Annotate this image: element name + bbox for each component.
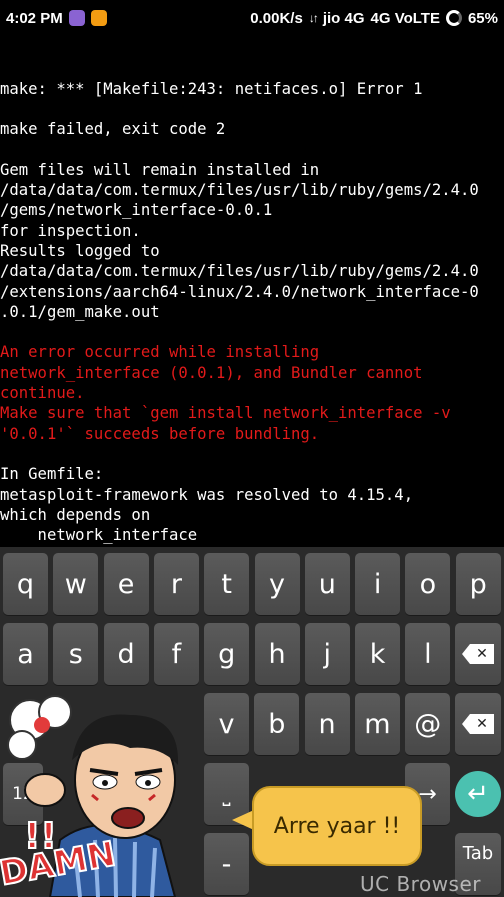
carrier-label: jio 4G: [322, 9, 365, 27]
status-bar: 4:02 PM 0.00K/s ↓↑ jio 4G 4G VoLTE 65%: [0, 0, 504, 36]
key-w[interactable]: w: [53, 553, 99, 615]
delete-key[interactable]: ✕: [455, 693, 501, 755]
terminal-line: network_interface: [0, 526, 198, 544]
key-q[interactable]: q: [3, 553, 48, 615]
key-g[interactable]: g: [204, 623, 250, 685]
key-j[interactable]: j: [304, 623, 350, 685]
backspace-key[interactable]: ✕: [455, 623, 501, 685]
key-u[interactable]: u: [304, 553, 350, 615]
terminal-line: In Gemfile:: [0, 465, 104, 484]
terminal-line: for inspection.: [0, 221, 141, 240]
data-transfer-icon: ↓↑: [308, 11, 319, 25]
status-time: 4:02 PM: [6, 9, 63, 27]
backspace-icon: ✕: [462, 644, 494, 664]
key-s[interactable]: s: [53, 623, 99, 685]
terminal-line: Results logged to: [0, 241, 160, 260]
terminal-line: .0.1/gem_make.out: [0, 302, 160, 321]
network-label: 4G VoLTE: [370, 9, 440, 27]
terminal-line: which depends on: [0, 505, 151, 524]
battery-icon: [445, 10, 462, 26]
key-i[interactable]: i: [355, 553, 401, 615]
delete-icon: ✕: [462, 714, 494, 734]
terminal-line: make: *** [Makefile:243: netifaces.o] Er…: [0, 79, 423, 98]
terminal-error-line: network_interface (0.0.1), and Bundler c…: [0, 363, 423, 382]
key-h[interactable]: h: [254, 623, 300, 685]
key-v[interactable]: v: [204, 693, 249, 755]
uc-browser-watermark: UC Browser: [360, 872, 482, 896]
terminal-error-line: An error occurred while installing: [0, 343, 320, 362]
network-speed: 0.00K/s: [250, 9, 303, 27]
terminal-error-line: Make sure that `gem install network_inte…: [0, 404, 451, 423]
terminal-line: make failed, exit code 2: [0, 120, 226, 139]
key-o[interactable]: o: [405, 553, 451, 615]
terminal-line: /data/data/com.termux/files/usr/lib/ruby…: [0, 181, 479, 200]
key-l[interactable]: l: [405, 623, 451, 685]
terminal-line: metasploit-framework was resolved to 4.1…: [0, 485, 414, 504]
terminal-error-line: continue.: [0, 384, 85, 403]
speech-bubble-tail: [232, 810, 254, 830]
speech-bubble: Arre yaar !!: [252, 786, 422, 866]
key-at[interactable]: @: [405, 693, 451, 755]
terminal-line: /data/data/com.termux/files/usr/lib/ruby…: [0, 262, 479, 281]
key-a[interactable]: a: [3, 623, 48, 685]
key-f[interactable]: f: [153, 623, 199, 685]
key-p[interactable]: p: [455, 553, 501, 615]
key-b[interactable]: b: [254, 693, 300, 755]
terminal-line: /gems/network_interface-0.0.1: [0, 201, 273, 220]
terminal-line: Gem files will remain installed in: [0, 160, 320, 179]
terminal-error-line: '0.0.1'` succeeds before bundling.: [0, 424, 320, 443]
key-y[interactable]: y: [254, 553, 300, 615]
key-dash[interactable]: -: [204, 833, 249, 895]
svg-text:!!: !!: [24, 816, 57, 857]
damn-sticker-image: DAMN !!: [0, 695, 179, 897]
key-n[interactable]: n: [304, 693, 350, 755]
notification-app-icon: [68, 10, 85, 26]
key-d[interactable]: d: [103, 623, 149, 685]
uc-browser-notification-icon: [90, 10, 107, 26]
key-r[interactable]: r: [153, 553, 199, 615]
key-e[interactable]: e: [103, 553, 149, 615]
terminal-line: /extensions/aarch64-linux/2.4.0/network_…: [0, 282, 479, 301]
key-m[interactable]: m: [354, 693, 400, 755]
enter-key[interactable]: ↵: [455, 763, 501, 825]
enter-icon: ↵: [455, 771, 501, 817]
battery-percent: 65%: [467, 9, 498, 27]
key-k[interactable]: k: [355, 623, 401, 685]
key-t[interactable]: t: [204, 553, 250, 615]
terminal-output[interactable]: make: *** [Makefile:243: netifaces.o] Er…: [0, 38, 504, 544]
